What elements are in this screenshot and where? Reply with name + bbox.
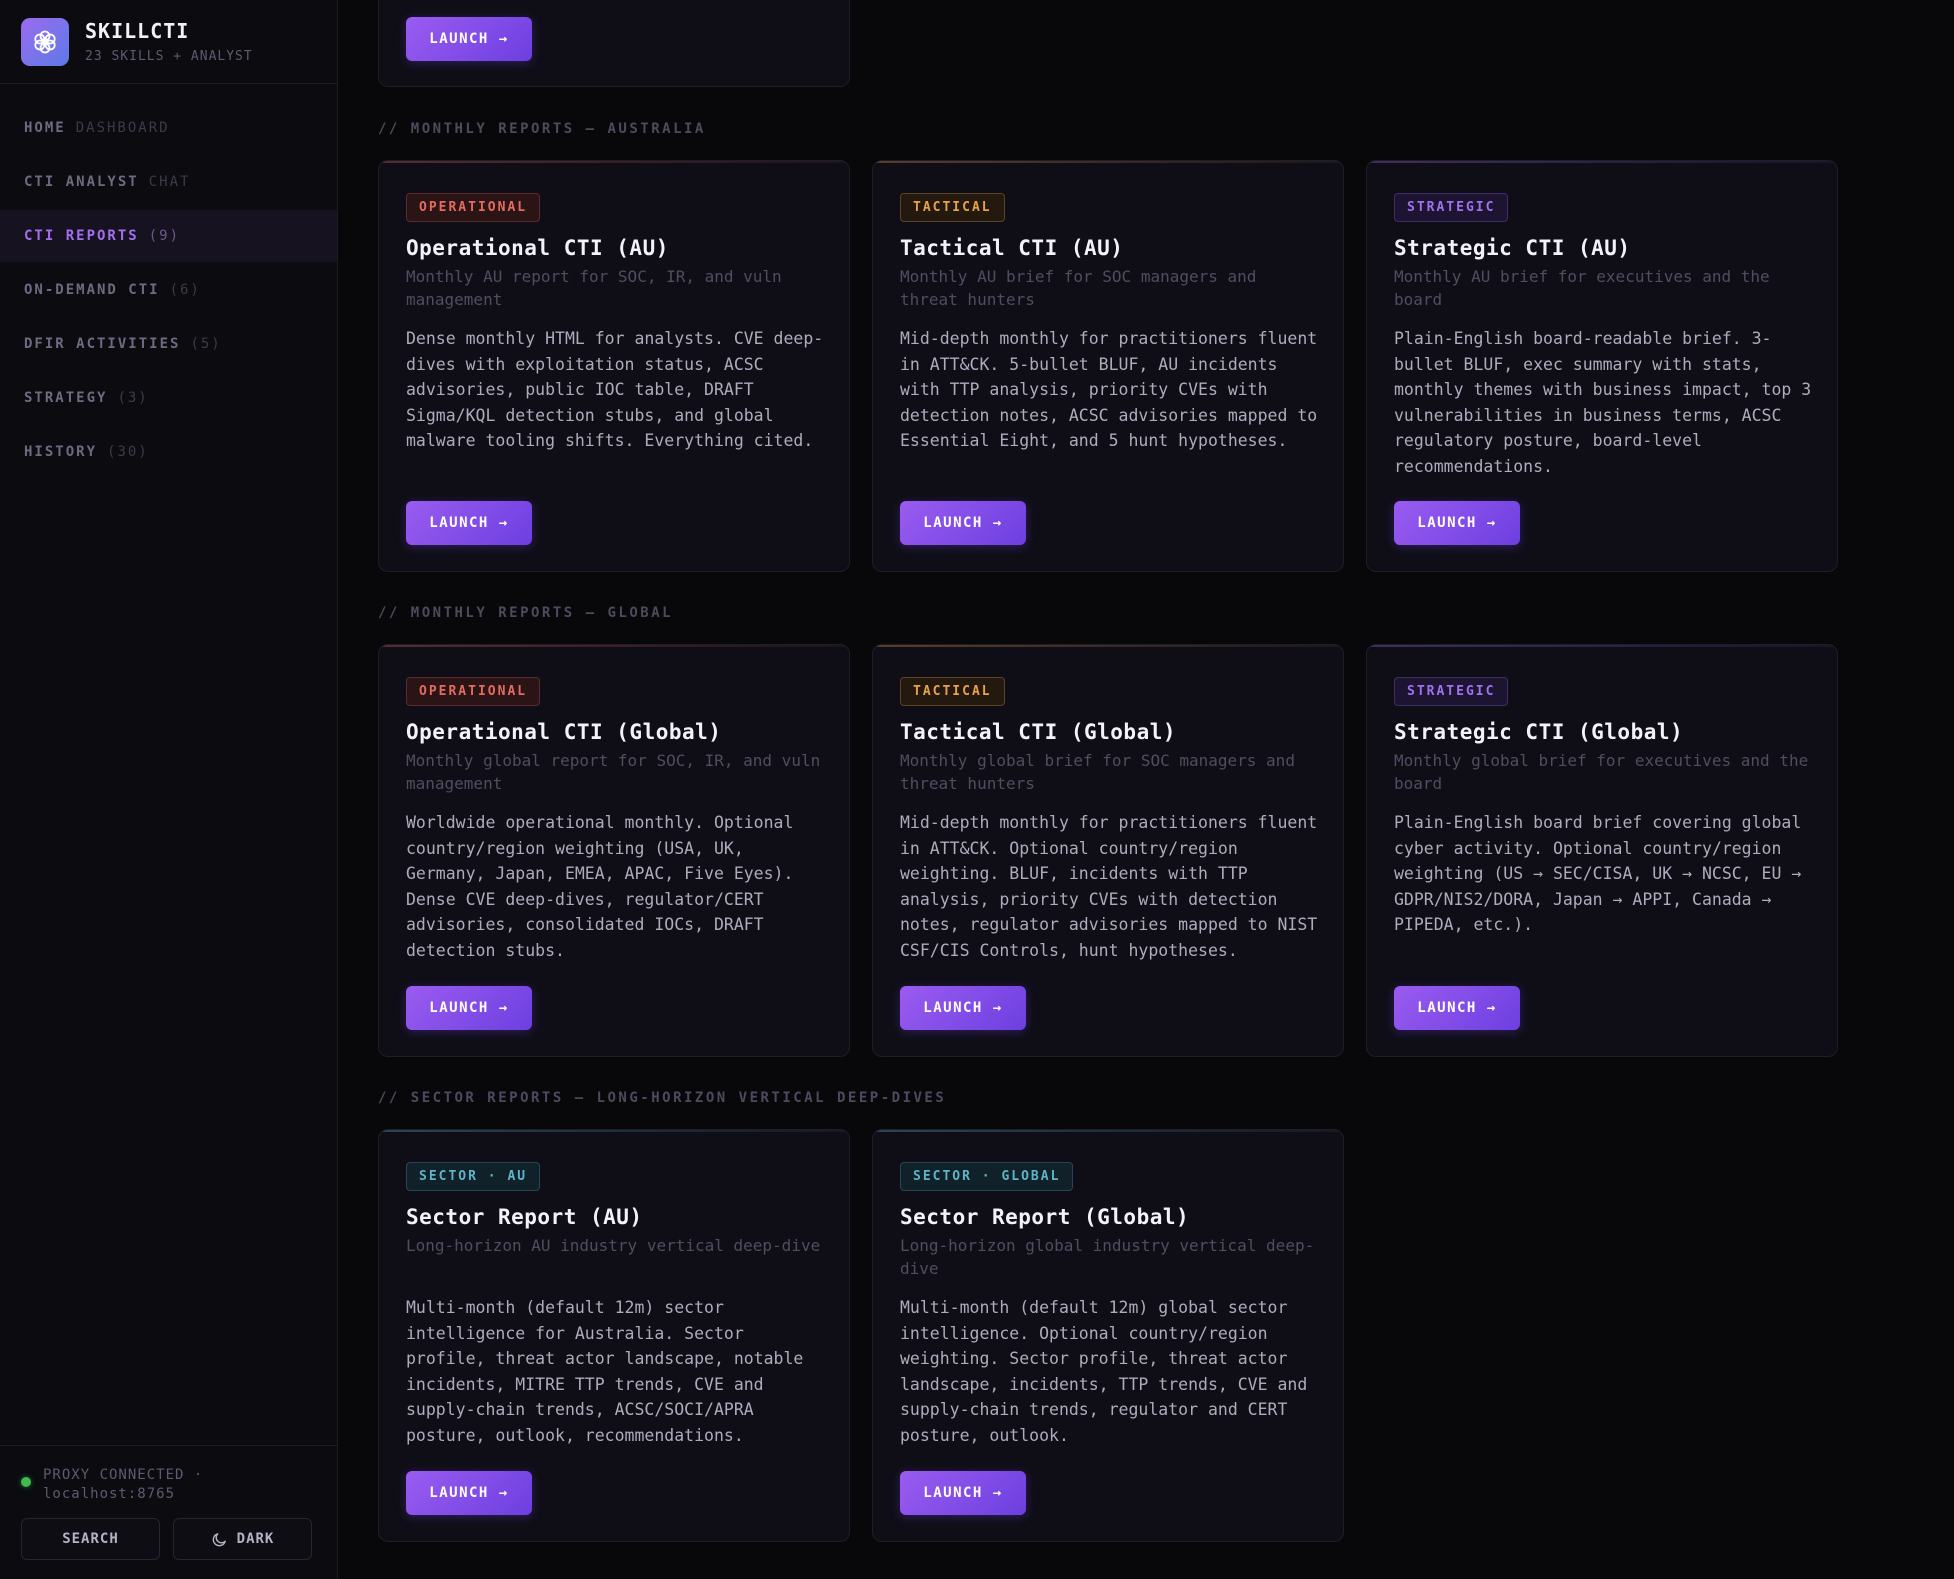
card-description: Mid-depth monthly for practitioners flue… <box>900 329 1318 451</box>
sidebar-item-on-demand-cti[interactable]: ON-DEMAND CTI (6) <box>0 264 337 316</box>
moon-icon <box>212 1532 226 1546</box>
sidebar-item-count: (6) <box>169 282 201 298</box>
sidebar-item-count: (30) <box>107 444 149 460</box>
sidebar-item-label: HISTORY <box>24 444 98 460</box>
section-heading-sector: // SECTOR REPORTS — LONG-HORIZON VERTICA… <box>378 1090 947 1106</box>
report-card-strategic-global: STRATEGIC Strategic CTI (Global) Monthly… <box>1366 644 1838 1057</box>
sidebar-item-count: (3) <box>117 390 149 406</box>
report-card-operational-global: OPERATIONAL Operational CTI (Global) Mon… <box>378 644 850 1057</box>
card-title: Operational CTI (Global) <box>406 720 722 744</box>
launch-button[interactable]: LAUNCH → <box>406 986 532 1030</box>
card-subtitle: Monthly AU brief for executives and the … <box>1394 267 1770 309</box>
card-badge: SECTOR · GLOBAL <box>900 1162 1074 1191</box>
card-badge: OPERATIONAL <box>406 193 541 222</box>
report-card-strategic-au: STRATEGIC Strategic CTI (AU) Monthly AU … <box>1366 160 1838 572</box>
card-badge: STRATEGIC <box>1394 677 1509 706</box>
theme-toggle-label: DARK <box>236 1531 275 1547</box>
sidebar-item-label: DFIR ACTIVITIES <box>24 336 181 352</box>
card-title: Strategic CTI (Global) <box>1394 720 1684 744</box>
card-subtitle: Monthly global brief for SOC managers an… <box>900 751 1295 793</box>
sidebar-item-label: CTI ANALYST <box>24 174 139 190</box>
card-subtitle: Monthly AU brief for SOC managers and th… <box>900 267 1257 309</box>
card-description: Multi-month (default 12m) sector intelli… <box>406 1298 804 1445</box>
card-description: Plain-English board brief covering globa… <box>1394 813 1802 935</box>
sidebar-item-extra: CHAT <box>148 174 191 190</box>
card-badge: TACTICAL <box>900 677 1005 706</box>
card-title: Sector Report (Global) <box>900 1205 1190 1229</box>
status-dot-icon <box>21 1477 31 1487</box>
launch-button[interactable]: LAUNCH → <box>1394 501 1520 545</box>
brand-header: SKILLCTI 23 SKILLS + ANALYST <box>0 0 337 84</box>
search-button-label: SEARCH <box>62 1531 119 1547</box>
sidebar-item-strategy[interactable]: STRATEGY (3) <box>0 372 337 424</box>
launch-button[interactable]: LAUNCH → <box>900 986 1026 1030</box>
sidebar-item-count: (9) <box>148 228 181 244</box>
report-card-tactical-global: TACTICAL Tactical CTI (Global) Monthly g… <box>872 644 1344 1057</box>
sidebar-item-cti-reports[interactable]: CTI REPORTS (9) <box>0 210 337 262</box>
card-badge: OPERATIONAL <box>406 677 541 706</box>
app-logo-icon <box>21 17 69 66</box>
launch-button[interactable]: LAUNCH → <box>406 501 532 545</box>
card-subtitle: Long-horizon AU industry vertical deep-d… <box>406 1236 821 1255</box>
launch-button[interactable]: LAUNCH → <box>1394 986 1520 1030</box>
report-card-sector-au: SECTOR · AU Sector Report (AU) Long-hori… <box>378 1129 850 1542</box>
card-title: Tactical CTI (Global) <box>900 720 1177 744</box>
proxy-address: localhost:8765 <box>43 1486 176 1502</box>
card-subtitle: Long-horizon global industry vertical de… <box>900 1236 1315 1278</box>
card-badge: STRATEGIC <box>1394 193 1509 222</box>
card-title: Strategic CTI (AU) <box>1394 236 1631 260</box>
card-description: Multi-month (default 12m) global sector … <box>900 1298 1308 1445</box>
card-title: Sector Report (AU) <box>406 1205 643 1229</box>
sidebar-item-home[interactable]: HOME DASHBOARD <box>0 102 337 154</box>
report-card-sector-global: SECTOR · GLOBAL Sector Report (Global) L… <box>872 1129 1344 1542</box>
search-button[interactable]: SEARCH <box>21 1518 160 1560</box>
card-title: Operational CTI (AU) <box>406 236 669 260</box>
sidebar-item-label: HOME <box>24 120 66 136</box>
card-description: Plain-English board-readable brief. 3-bu… <box>1394 329 1812 476</box>
card-badge: TACTICAL <box>900 193 1005 222</box>
launch-button[interactable]: LAUNCH → <box>900 501 1026 545</box>
card-subtitle: Monthly global brief for executives and … <box>1394 751 1809 793</box>
section-heading-global: // MONTHLY REPORTS — GLOBAL <box>378 605 674 621</box>
section-heading-au: // MONTHLY REPORTS — AUSTRALIA <box>378 121 706 137</box>
theme-toggle-button[interactable]: DARK <box>173 1518 312 1560</box>
sidebar-item-label: STRATEGY <box>24 390 108 406</box>
sidebar-item-history[interactable]: HISTORY (30) <box>0 426 337 478</box>
report-card-operational-au: OPERATIONAL Operational CTI (AU) Monthly… <box>378 160 850 572</box>
sidebar-item-label: ON-DEMAND CTI <box>24 282 160 298</box>
sidebar-item-label: CTI REPORTS <box>24 228 139 244</box>
sidebar-item-cti-analyst[interactable]: CTI ANALYST CHAT <box>0 156 337 208</box>
card-title: Tactical CTI (AU) <box>900 236 1124 260</box>
sidebar-item-dfir-activities[interactable]: DFIR ACTIVITIES (5) <box>0 318 337 370</box>
card-description: Mid-depth monthly for practitioners flue… <box>900 813 1318 960</box>
sidebar-nav: HOME DASHBOARD CTI ANALYST CHAT CTI REPO… <box>0 102 337 478</box>
launch-button[interactable]: LAUNCH → <box>900 1471 1026 1515</box>
sidebar-footer: PROXY CONNECTED · localhost:8765 SEARCH … <box>0 1445 337 1579</box>
sidebar-item-count: (5) <box>190 336 222 352</box>
card-description: Dense monthly HTML for analysts. CVE dee… <box>406 329 824 451</box>
report-card-tactical-au: TACTICAL Tactical CTI (AU) Monthly AU br… <box>872 160 1344 572</box>
sidebar-item-extra: DASHBOARD <box>75 120 170 136</box>
report-card-partial: LAUNCH → <box>378 0 850 87</box>
card-description: Worldwide operational monthly. Optional … <box>406 813 794 960</box>
card-subtitle: Monthly AU report for SOC, IR, and vuln … <box>406 267 782 309</box>
card-subtitle: Monthly global report for SOC, IR, and v… <box>406 751 821 793</box>
card-badge: SECTOR · AU <box>406 1162 541 1191</box>
app-subtitle: 23 SKILLS + ANALYST <box>85 49 253 64</box>
sidebar: SKILLCTI 23 SKILLS + ANALYST HOME DASHBO… <box>0 0 338 1579</box>
main-content: LAUNCH → // MONTHLY REPORTS — AUSTRALIA … <box>338 0 1954 1579</box>
launch-button[interactable]: LAUNCH → <box>406 17 532 61</box>
proxy-status-text: PROXY CONNECTED · <box>43 1467 204 1483</box>
app-title: SKILLCTI <box>85 19 190 43</box>
launch-button[interactable]: LAUNCH → <box>406 1471 532 1515</box>
proxy-status: PROXY CONNECTED · localhost:8765 <box>0 1446 337 1504</box>
